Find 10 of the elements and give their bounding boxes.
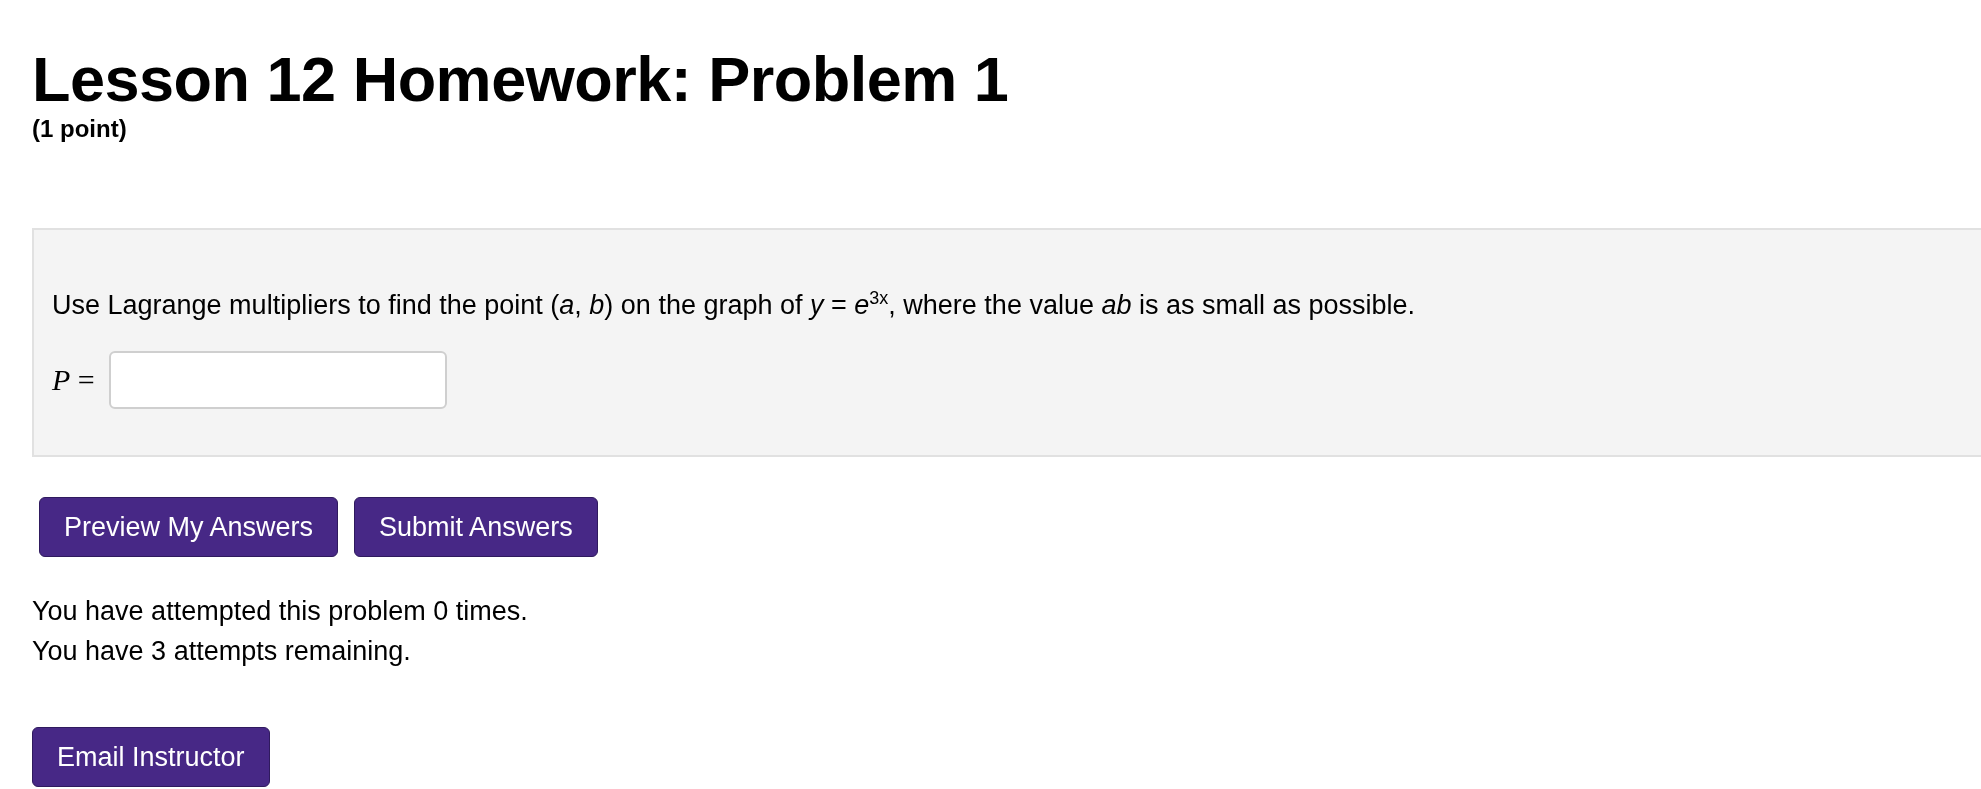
answer-label: P = (52, 363, 95, 397)
answer-button[interactable]: Preview My Answers (39, 497, 339, 557)
email-instructor-button[interactable]: Email Instructor (32, 727, 270, 787)
answer-field[interactable] (108, 351, 447, 409)
points-label: (1 point) (32, 114, 127, 144)
attempts-text: You have 3 attempts remaining. (32, 635, 411, 668)
problem-text: Use Lagrange multipliers to find the point (a, b) on the graph of y = e$^{3x}$, where the value ab is as small as possible. (52, 287, 1416, 322)
answer-button[interactable]: Submit Answers (354, 497, 598, 557)
page-title: Lesson 12 Homework: Problem 1 (32, 44, 1009, 114)
attempts-text: You have attempted this problem 0 times. (32, 595, 528, 628)
